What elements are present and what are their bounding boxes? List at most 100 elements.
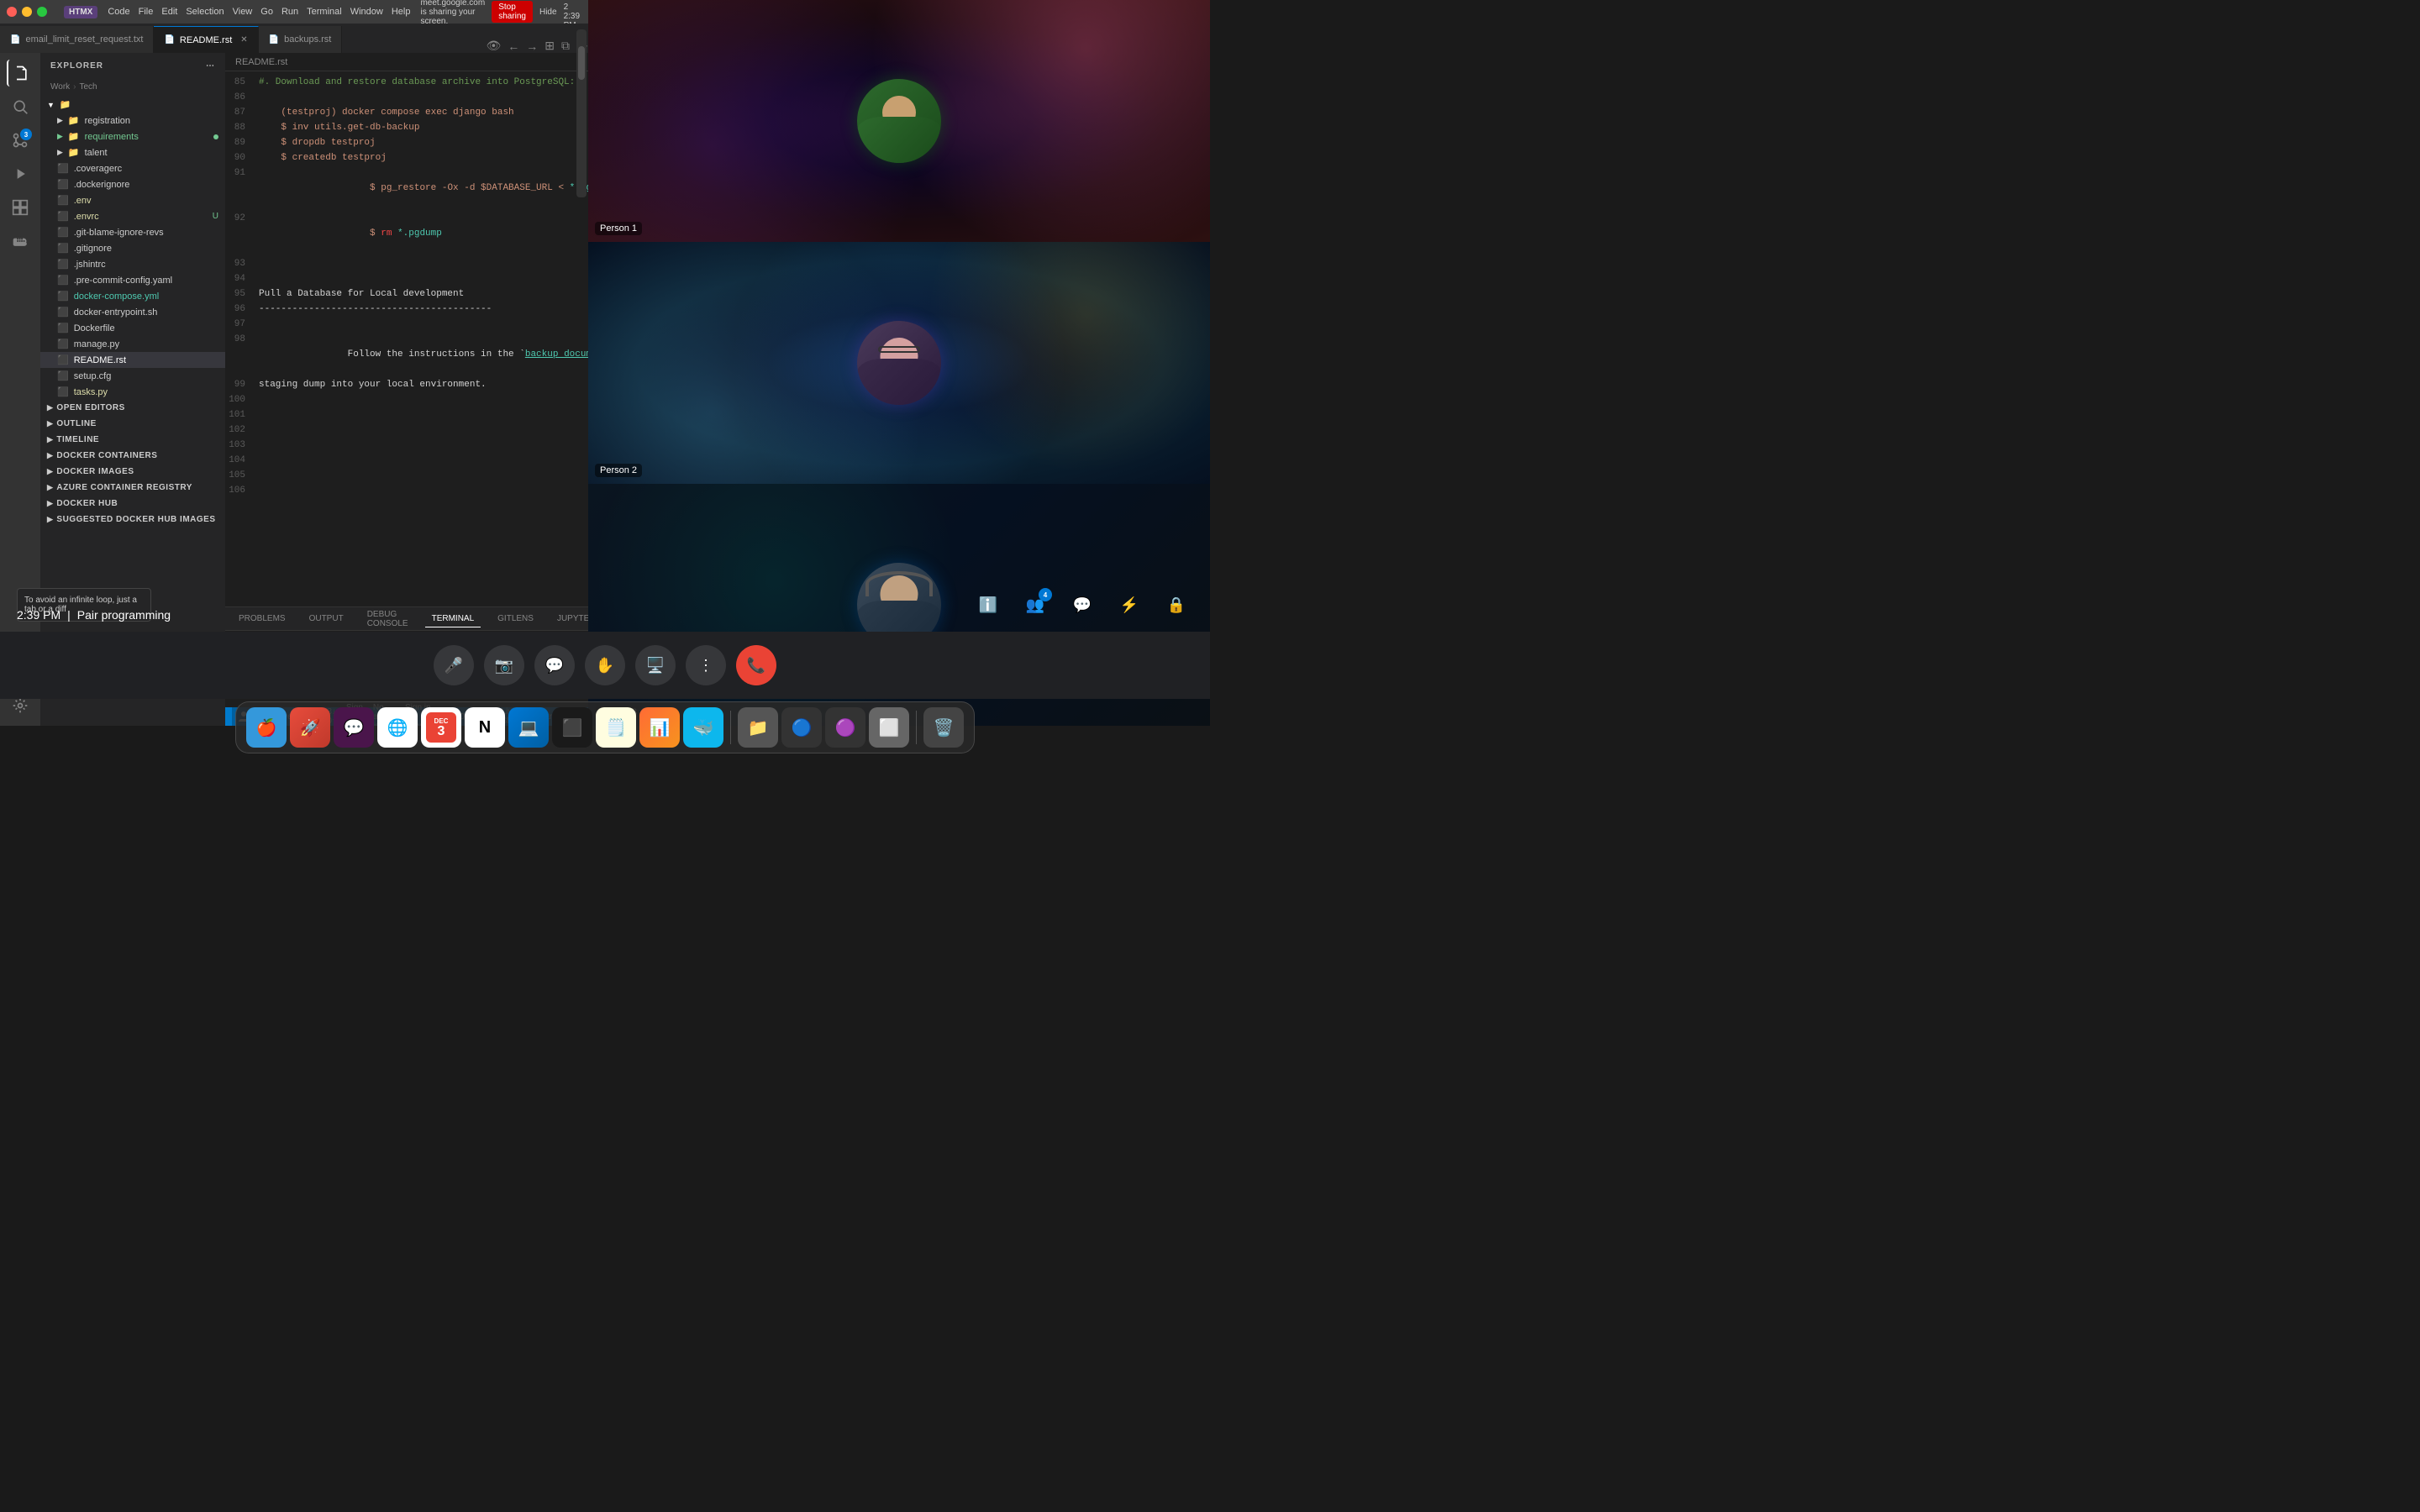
tab-readme[interactable]: 📄 README.rst ✕ bbox=[154, 26, 258, 53]
security-button[interactable]: 🔒 bbox=[1160, 588, 1193, 622]
dock-finder[interactable]: 🍎 bbox=[246, 707, 287, 748]
section-docker-containers[interactable]: ▶ DOCKER CONTAINERS bbox=[40, 448, 225, 464]
info-button[interactable]: ℹ️ bbox=[971, 588, 1005, 622]
menu-selection[interactable]: Selection bbox=[186, 7, 224, 17]
tab-email[interactable]: 📄 email_limit_reset_request.txt bbox=[0, 26, 154, 53]
dock-app1[interactable]: 🔵 bbox=[781, 707, 822, 748]
tab-gitlens[interactable]: GITLENS bbox=[491, 611, 540, 627]
menu-view[interactable]: View bbox=[233, 7, 253, 17]
microphone-button[interactable]: 🎤 bbox=[434, 645, 474, 685]
section-docker-images[interactable]: ▶ DOCKER IMAGES bbox=[40, 464, 225, 480]
section-docker-hub[interactable]: ▶ DOCKER HUB bbox=[40, 496, 225, 512]
back-icon[interactable]: ← bbox=[508, 39, 519, 53]
code-line-86: 86 bbox=[225, 90, 588, 105]
preview-icon[interactable]: ⊞ bbox=[544, 39, 555, 53]
folder-talent[interactable]: ▶ 📁 talent bbox=[40, 144, 225, 160]
folder-registration[interactable]: ▶ 📁 registration bbox=[40, 113, 225, 129]
file-setupcfg[interactable]: ⬛ setup.cfg bbox=[40, 368, 225, 384]
breadcrumb-work[interactable]: Work bbox=[50, 82, 70, 92]
tab-jupyter[interactable]: JUPYTER bbox=[550, 611, 588, 627]
minimap-scrollbar[interactable] bbox=[576, 53, 587, 197]
breadcrumb-tech[interactable]: Tech bbox=[80, 82, 97, 92]
explorer-icon[interactable] bbox=[7, 60, 34, 87]
minimize-button[interactable] bbox=[22, 7, 32, 17]
menu-file[interactable]: File bbox=[139, 7, 154, 17]
file-docker-compose[interactable]: ⬛ docker-compose.yml bbox=[40, 288, 225, 304]
sidebar-more-icon[interactable]: ⋯ bbox=[206, 61, 215, 71]
file-managepy[interactable]: ⬛ manage.py bbox=[40, 336, 225, 352]
dock-launchpad[interactable]: 🚀 bbox=[290, 707, 330, 748]
docker-icon[interactable] bbox=[7, 228, 34, 255]
section-timeline[interactable]: ▶ TIMELINE bbox=[40, 432, 225, 448]
camera-button[interactable]: 📷 bbox=[484, 645, 524, 685]
dock-trash[interactable]: 🗑️ bbox=[923, 707, 964, 748]
more-options-button[interactable]: ⋮ bbox=[686, 645, 726, 685]
chat-button[interactable]: 💬 bbox=[1065, 588, 1099, 622]
file-jshintrc[interactable]: ⬛ .jshintrc bbox=[40, 256, 225, 272]
search-icon[interactable] bbox=[7, 93, 34, 120]
menu-terminal[interactable]: Terminal bbox=[307, 7, 342, 17]
tab-problems[interactable]: PROBLEMS bbox=[232, 611, 292, 627]
file-gitignore[interactable]: ⬛ .gitignore bbox=[40, 240, 225, 256]
activities-button[interactable]: ⚡ bbox=[1113, 588, 1146, 622]
people-button[interactable]: 👥 4 bbox=[1018, 588, 1052, 622]
menu-run[interactable]: Run bbox=[281, 7, 298, 17]
hide-button[interactable]: Hide bbox=[539, 8, 557, 17]
file-precommit[interactable]: ⬛ .pre-commit-config.yaml bbox=[40, 272, 225, 288]
file-readme[interactable]: ⬛ README.rst bbox=[40, 352, 225, 368]
section-suggested-images[interactable]: ▶ SUGGESTED DOCKER HUB IMAGES bbox=[40, 512, 225, 528]
dock-app3[interactable]: ⬜ bbox=[869, 707, 909, 748]
present-button[interactable]: 🖥️ bbox=[635, 645, 676, 685]
tab-backups[interactable]: 📄 backups.rst bbox=[259, 26, 343, 53]
stop-sharing-button[interactable]: Stop sharing bbox=[492, 1, 533, 23]
file-env[interactable]: ⬛ .env bbox=[40, 192, 225, 208]
dock-app2[interactable]: 🟣 bbox=[825, 707, 865, 748]
file-icon: ⬛ bbox=[57, 163, 69, 174]
dock-terminal[interactable]: ⬛ bbox=[552, 707, 592, 748]
dock-notion[interactable]: N bbox=[465, 707, 505, 748]
end-call-button[interactable]: 📞 bbox=[736, 645, 776, 685]
file-taskspy[interactable]: ⬛ tasks.py bbox=[40, 384, 225, 400]
file-coveragerc[interactable]: ⬛ .coveragerc bbox=[40, 160, 225, 176]
dock-vscode[interactable]: 💻 bbox=[508, 707, 549, 748]
dock-charts[interactable]: 📊 bbox=[639, 707, 680, 748]
extensions-icon[interactable] bbox=[7, 194, 34, 221]
dock-docker[interactable]: 🐳 bbox=[683, 707, 723, 748]
file-git-blame[interactable]: ⬛ .git-blame-ignore-revs bbox=[40, 224, 225, 240]
tab-terminal[interactable]: TERMINAL bbox=[425, 611, 481, 627]
section-open-editors[interactable]: ▶ OPEN EDITORS bbox=[40, 400, 225, 416]
eye-icon[interactable]: 👁 bbox=[486, 39, 501, 53]
scrollbar-thumb[interactable] bbox=[578, 53, 585, 80]
maximize-button[interactable] bbox=[37, 7, 47, 17]
close-tab-icon[interactable]: ✕ bbox=[240, 35, 247, 45]
captions-button[interactable]: 💬 bbox=[534, 645, 575, 685]
section-azure-container-registry[interactable]: ▶ AZURE CONTAINER REGISTRY bbox=[40, 480, 225, 496]
dock-files1[interactable]: 📁 bbox=[738, 707, 778, 748]
menu-edit[interactable]: Edit bbox=[161, 7, 177, 17]
file-dockerfile[interactable]: ⬛ Dockerfile bbox=[40, 320, 225, 336]
file-docker-entrypoint[interactable]: ⬛ docker-entrypoint.sh bbox=[40, 304, 225, 320]
close-button[interactable] bbox=[7, 7, 17, 17]
folder-requirements[interactable]: ▶ 📁 requirements bbox=[40, 129, 225, 144]
file-envrc[interactable]: ⬛ .envrc U bbox=[40, 208, 225, 224]
source-control-icon[interactable]: 3 bbox=[7, 127, 34, 154]
tab-output[interactable]: OUTPUT bbox=[302, 611, 350, 627]
root-folder[interactable]: ▼ 📁 bbox=[40, 97, 225, 113]
file-dockerignore[interactable]: ⬛ .dockerignore bbox=[40, 176, 225, 192]
menu-window[interactable]: Window bbox=[350, 7, 383, 17]
dock-notes[interactable]: 🗒️ bbox=[596, 707, 636, 748]
raise-hand-button[interactable]: ✋ bbox=[585, 645, 625, 685]
run-debug-icon[interactable] bbox=[7, 160, 34, 187]
dock-calendar[interactable]: DEC 3 bbox=[421, 707, 461, 748]
section-outline[interactable]: ▶ OUTLINE bbox=[40, 416, 225, 432]
split-icon[interactable]: ⧉ bbox=[561, 39, 570, 53]
tab-debug-console[interactable]: DEBUG CONSOLE bbox=[360, 606, 415, 632]
dock-slack[interactable]: 💬 bbox=[334, 707, 374, 748]
code-area[interactable]: 85 #. Download and restore database arch… bbox=[225, 71, 588, 606]
menu-go[interactable]: Go bbox=[260, 7, 273, 17]
menu-help[interactable]: Help bbox=[392, 7, 411, 17]
dock-chrome[interactable]: 🌐 bbox=[377, 707, 418, 748]
menu-code[interactable]: Code bbox=[108, 7, 129, 17]
forward-icon[interactable]: → bbox=[526, 39, 538, 53]
code-line-89: 89 $ dropdb testproj bbox=[225, 135, 588, 150]
